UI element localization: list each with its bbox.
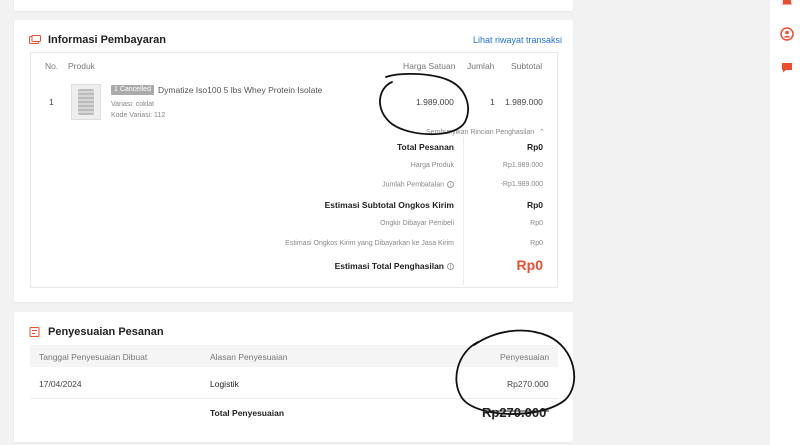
item-unit-price: 1.989.000 — [416, 97, 454, 107]
cancel-amount-value: -Rp1.989.000 — [500, 181, 543, 188]
support-icon[interactable] — [780, 27, 794, 41]
col-product: Produk — [68, 61, 95, 71]
cancel-amount-label: Jumlah Pembatalan — [382, 181, 444, 189]
cancelled-badge: 1 Cancelled — [111, 85, 154, 95]
shipping-paid-label: Ongkir Dibayar Pembeli — [380, 220, 454, 227]
item-qty: 1 — [490, 97, 495, 107]
product-price-value: Rp1.989.000 — [502, 162, 543, 169]
adjustment-row-divider — [30, 398, 558, 399]
adjustment-total-value: Rp270.000 — [482, 405, 547, 420]
shipping-paid-value: Rp0 — [530, 220, 543, 227]
cancel-amount-row: Jumlah Pembatalan i — [382, 181, 454, 188]
product-variation: Variasi: coklat — [111, 101, 155, 108]
previous-section-card — [14, 0, 573, 11]
income-label: Estimasi Total Penghasilan — [334, 261, 444, 271]
item-no: 1 — [49, 97, 54, 107]
income-row: Estimasi Total Penghasilan i — [335, 261, 454, 271]
chat-icon[interactable] — [780, 60, 794, 74]
col-qty: Jumlah — [467, 61, 495, 71]
col-subtotal: Subtotal — [511, 61, 543, 71]
toggle-income-details-label: Sembunyikan Rincian Penghasilan — [426, 129, 535, 136]
toggle-income-details[interactable]: Sembunyikan Rincian Penghasilan ⌃ — [426, 128, 545, 136]
adjustment-reason: Logistik — [210, 379, 239, 389]
adjustment-icon — [29, 327, 40, 337]
payment-icon — [29, 35, 41, 44]
product-thumbnail[interactable] — [71, 84, 101, 120]
shipping-forwarded-label: Estimasi Ongkos Kirim yang Dibayarkan ke… — [285, 240, 454, 247]
transaction-history-link[interactable]: Lihat riwayat transaksi — [473, 35, 562, 45]
col-adjustment-amount: Penyesuaian — [500, 352, 550, 362]
adjustment-title: Penyesuaian Pesanan — [48, 326, 164, 338]
product-name[interactable]: Dymatize Iso100 5 lbs Whey Protein Isola… — [158, 85, 322, 95]
notification-icon[interactable] — [780, 0, 794, 8]
shipping-estimate-label: Estimasi Subtotal Ongkos Kirim — [324, 200, 454, 210]
summary-divider — [463, 137, 464, 285]
adjustment-amount: Rp270.000 — [507, 379, 549, 389]
shipping-forwarded-value: Rp0 — [530, 240, 543, 247]
total-order-label: Total Pesanan — [397, 142, 454, 152]
col-adjustment-date: Tanggal Penyesuaian Dibuat — [39, 352, 148, 362]
chevron-up-icon: ⌃ — [539, 129, 546, 136]
info-icon[interactable]: i — [447, 263, 454, 271]
floating-side-panel — [770, 0, 800, 445]
payment-info-title: Informasi Pembayaran — [48, 34, 166, 46]
info-icon[interactable]: i — [447, 181, 454, 188]
total-order-value: Rp0 — [526, 142, 543, 152]
col-no: No. — [45, 61, 59, 71]
product-price-label: Harga Produk — [410, 162, 454, 169]
shipping-estimate-value: Rp0 — [526, 200, 543, 210]
col-unit-price: Harga Satuan — [403, 61, 456, 71]
income-value: Rp0 — [516, 257, 543, 273]
adjustment-date: 17/04/2024 — [39, 379, 82, 389]
adjustment-total-label: Total Penyesuaian — [210, 408, 285, 418]
col-adjustment-reason: Alasan Penyesuaian — [210, 352, 288, 362]
item-subtotal: 1.989.000 — [505, 97, 543, 107]
product-variation-code: Kode Variasi: 112 — [111, 112, 166, 119]
